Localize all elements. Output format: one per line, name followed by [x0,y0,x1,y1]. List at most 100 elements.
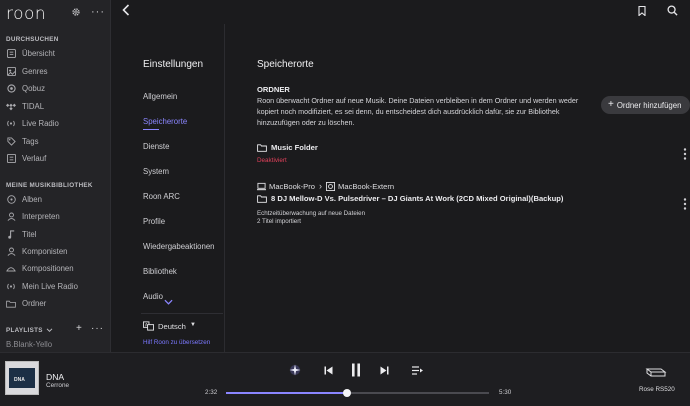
path-device: MacBook-Pro [269,181,316,191]
sidebar-item-label: Tags [22,137,39,146]
artist-icon [6,212,16,222]
sidebar-item-composers[interactable]: Komponisten [6,244,108,259]
sidebar-item-label: Komponisten [22,247,68,256]
scroll-more-chevron-icon[interactable] [164,299,173,305]
pause-icon[interactable] [351,363,361,377]
sidebar-item-label: Alben [22,195,42,204]
bookmark-icon[interactable] [638,6,646,16]
settings-title: Einstellungen [143,59,204,70]
seek-handle[interactable] [343,389,351,397]
previous-track-icon[interactable] [324,366,333,375]
settings-nav-roon-arc[interactable]: Roon ARC [143,192,180,201]
sidebar-item-albums[interactable]: Alben [6,192,108,207]
caret-down-icon[interactable]: ▼ [190,322,196,328]
sidebar-item-label: Genres [22,67,48,76]
track-icon [6,230,16,240]
page-title: Speicherorte [257,59,314,70]
settings-nav-services[interactable]: Dienste [143,142,169,151]
folder-icon [257,143,267,152]
composition-icon [6,264,16,274]
track-title[interactable]: DNA [46,372,64,382]
settings-nav-playback-actions[interactable]: Wiedergabeaktionen [143,242,215,251]
qobuz-icon [6,84,16,94]
folder-entry-dj-giants[interactable]: 8 DJ Mellow-D Vs. Pulsedriver – DJ Giant… [257,194,563,203]
back-arrow-icon[interactable] [122,4,130,16]
sidebar-item-tags[interactable]: Tags [6,134,108,149]
overview-icon [6,49,16,59]
genres-icon [6,67,16,77]
settings-nav-library[interactable]: Bibliothek [143,267,177,276]
tidal-icon [6,102,16,112]
sidebar-item-tracks[interactable]: Titel [6,227,108,242]
settings-nav-general[interactable]: Allgemein [143,92,177,101]
divider [141,313,223,314]
next-track-icon[interactable] [380,366,389,375]
more-icon[interactable]: ··· [91,6,105,18]
settings-nav-system[interactable]: System [143,167,169,176]
sidebar-item-tidal[interactable]: TIDAL [6,99,108,114]
zone-device-icon[interactable] [645,364,667,378]
sidebar-item-label: Live Radio [22,119,59,128]
sidebar-item-history[interactable]: Verlauf [6,151,108,166]
sidebar-item-label: TIDAL [22,102,45,111]
sidebar-item-label: Qobuz [22,84,45,93]
sidebar-item-label: Übersicht [22,49,55,58]
add-playlist-button[interactable]: + [76,323,82,334]
sidebar-item-folders[interactable]: Ordner [6,296,108,311]
my-radio-icon [6,282,16,292]
sidebar-item-label: Ordner [22,299,47,308]
folder-name: Music Folder [271,143,318,152]
help-translate-link[interactable]: Hilf Roon zu übersetzen [143,339,210,346]
watch-status-text: Echtzeitüberwachung auf neue Dateien [257,210,366,217]
sidebar-item-label: Titel [22,230,37,239]
seek-bar-progress [226,392,347,394]
sidebar-item-label: Interpreten [22,212,60,221]
top-bar [111,0,690,24]
add-folder-label: Ordner hinzufügen [616,100,682,110]
drive-icon [326,181,336,191]
sidebar-item-live-radio[interactable]: Live Radio [6,116,108,131]
tag-icon [6,137,16,147]
gear-icon[interactable] [71,7,81,17]
roon-logo[interactable]: roon [6,4,46,24]
time-total: 5:30 [499,389,512,396]
svg-text:A: A [145,322,148,327]
add-folder-button[interactable]: + Ordner hinzufügen [601,96,690,114]
sidebar-item-label: Mein Live Radio [22,282,78,291]
path-drive: MacBook-Extern [338,181,395,191]
imported-count-text: 2 Titel importiert [257,218,302,225]
queue-icon[interactable] [412,366,423,375]
zone-name[interactable]: Rose RS520 [639,386,675,393]
album-icon [6,195,16,205]
laptop-icon [257,182,266,190]
track-artist[interactable]: Cerrone [46,382,69,389]
language-select[interactable]: Deutsch [158,322,186,331]
settings-nav-storage[interactable]: Speicherorte [143,117,187,126]
settings-nav-audio[interactable]: Audio [143,292,163,301]
settings-nav-profiles[interactable]: Profile [143,217,165,226]
sidebar-item-my-live-radio[interactable]: Mein Live Radio [6,279,108,294]
radio-sparkle-icon[interactable] [289,364,301,376]
sidebar-item-qobuz[interactable]: Qobuz [6,81,108,96]
sidebar-item-genres[interactable]: Genres [6,64,108,79]
sidebar-item-compositions[interactable]: Kompositionen [6,261,108,276]
library-heading: MEINE MUSIKBIBLIOTHEK [6,182,93,189]
folder-icon [6,299,16,309]
sidebar-item-artists[interactable]: Interpreten [6,209,108,224]
time-elapsed: 2:32 [205,389,218,396]
folder-status-badge: Deaktiviert [257,157,287,164]
folders-heading: ORDNER [257,85,290,94]
language-icon: A [143,321,154,331]
chevron-down-icon [46,327,53,332]
folder-options-icon[interactable] [683,148,687,160]
album-art-label: DNA [14,377,25,383]
playlists-more-icon[interactable]: ··· [91,323,104,334]
sidebar-item-overview[interactable]: Übersicht [6,46,108,61]
folder-name: 8 DJ Mellow-D Vs. Pulsedriver – DJ Giant… [271,194,564,203]
search-icon[interactable] [667,5,678,16]
folder-entry-music[interactable]: Music Folder [257,143,318,152]
folder-path-breadcrumb: MacBook-Pro › MacBook-Extern [257,181,394,191]
playlists-heading: PLAYLISTS [6,326,43,334]
folder-options-icon[interactable] [683,198,687,210]
playlist-item[interactable]: B.Blank-Yello [6,340,52,349]
